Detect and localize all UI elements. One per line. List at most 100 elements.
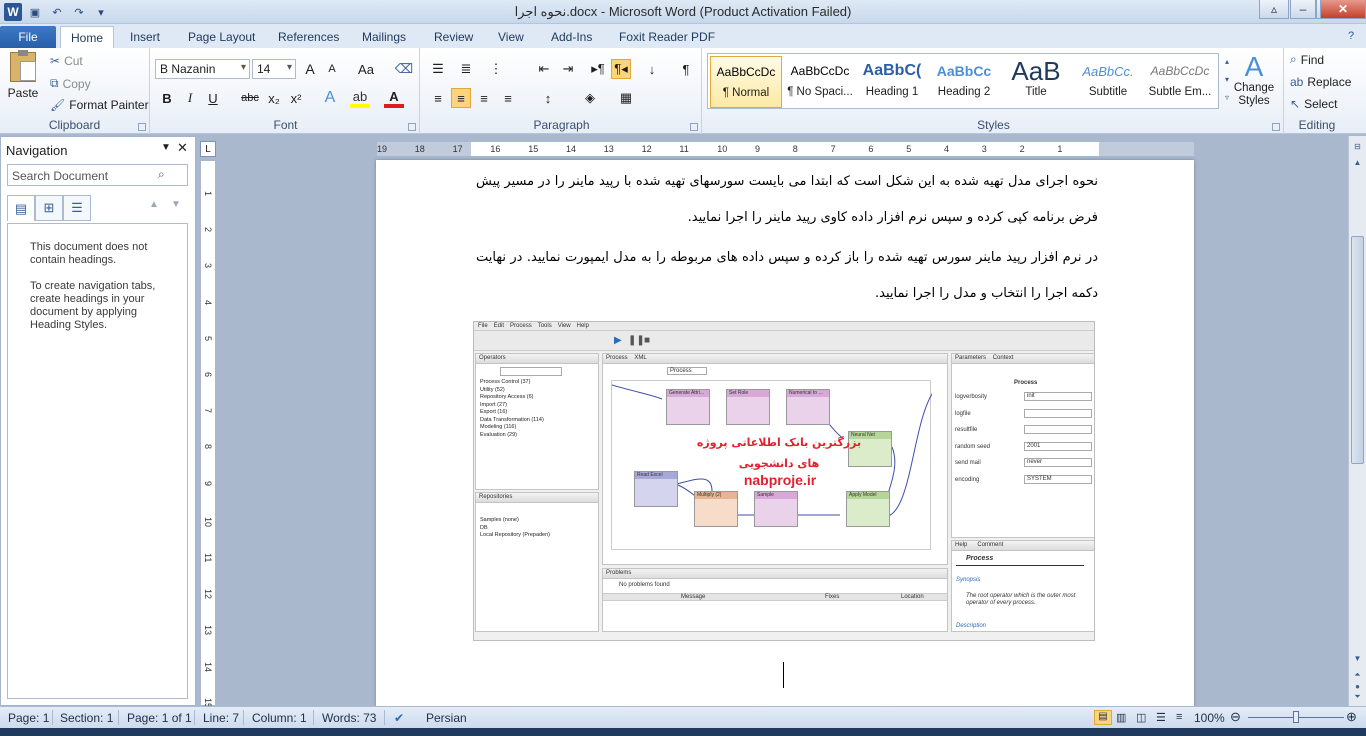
numbering-icon[interactable]: ≣: [456, 59, 476, 79]
subscript-button[interactable]: x₂: [264, 88, 284, 108]
bold-button[interactable]: B: [157, 88, 177, 108]
increase-indent-icon[interactable]: ⇥: [558, 59, 578, 79]
zoom-in-icon[interactable]: ⊕: [1346, 709, 1357, 725]
nav-options-icon[interactable]: ▼: [161, 142, 171, 153]
align-left-icon[interactable]: ≡: [428, 88, 448, 108]
horizontal-ruler[interactable]: 19 18 17 16 15 14 13 12 11 10 9 8 7 6 5 4 3 2 1: [376, 141, 1194, 157]
paragraph-1[interactable]: نحوه اجرای مدل تهیه شده به این شکل است ک…: [476, 164, 1098, 236]
zoom-slider[interactable]: [1248, 711, 1344, 723]
superscript-button[interactable]: x²: [286, 88, 306, 108]
full-screen-reading-icon[interactable]: ▥: [1116, 711, 1126, 724]
font-family-select[interactable]: B Nazanin: [155, 59, 250, 79]
status-column[interactable]: Column: 1: [252, 711, 307, 725]
justify-icon[interactable]: ≡: [498, 88, 518, 108]
status-language[interactable]: Persian: [426, 711, 467, 725]
bullets-icon[interactable]: ☰: [428, 59, 448, 79]
previous-heading-icon[interactable]: ▲: [149, 199, 159, 210]
multilevel-list-icon[interactable]: ⋮: [486, 59, 506, 79]
align-right-icon[interactable]: ≡: [474, 88, 494, 108]
text-effects-icon[interactable]: A: [320, 88, 340, 108]
align-center-icon[interactable]: ≡: [451, 88, 471, 108]
ltr-icon[interactable]: ▸¶: [588, 59, 608, 79]
decrease-indent-icon[interactable]: ⇤: [534, 59, 554, 79]
strikethrough-button[interactable]: abc: [238, 88, 262, 108]
scroll-up-icon[interactable]: ▲: [1351, 158, 1364, 172]
tab-home[interactable]: Home: [60, 26, 115, 48]
replace-button[interactable]: ab Replace: [1290, 75, 1351, 89]
styles-launcher-icon[interactable]: [1272, 123, 1280, 131]
clear-formatting-icon[interactable]: ⌫: [394, 59, 414, 79]
zoom-out-icon[interactable]: ⊖: [1230, 709, 1241, 725]
font-launcher-icon[interactable]: [408, 123, 416, 131]
vertical-ruler[interactable]: 1 2 3 4 5 6 7 8 9 10 11 12 13 14 15: [200, 160, 216, 708]
style-subtle-emphasis[interactable]: AaBbCcDc Subtle Em...: [1144, 56, 1216, 108]
tab-view[interactable]: View: [488, 26, 534, 48]
status-line[interactable]: Line: 7: [203, 711, 239, 725]
style-normal[interactable]: AaBbCcDc ¶ Normal: [710, 56, 782, 108]
find-button[interactable]: ⌕ Find: [1290, 52, 1324, 67]
status-words[interactable]: Words: 73: [322, 711, 376, 725]
tab-mailings[interactable]: Mailings: [352, 26, 416, 48]
font-color-icon[interactable]: A: [384, 88, 404, 108]
tab-page-layout[interactable]: Page Layout: [178, 26, 265, 48]
change-styles-button[interactable]: A Change Styles: [1232, 52, 1276, 108]
font-size-select[interactable]: 14: [252, 59, 296, 79]
zoom-slider-thumb[interactable]: [1293, 711, 1299, 723]
grow-font-button[interactable]: A: [300, 59, 320, 79]
web-layout-icon[interactable]: ◫: [1136, 711, 1146, 724]
tab-selector-icon[interactable]: L: [200, 141, 216, 157]
tab-foxit[interactable]: Foxit Reader PDF: [609, 26, 725, 48]
select-button[interactable]: ↖ Select: [1290, 97, 1337, 111]
nav-results-tab[interactable]: ☰: [63, 195, 91, 221]
nav-pages-tab[interactable]: ⊞: [35, 195, 63, 221]
minimize-button[interactable]: –: [1290, 0, 1316, 19]
proofing-icon[interactable]: ✔: [394, 711, 404, 725]
shrink-font-button[interactable]: A: [322, 59, 342, 79]
style-heading-1[interactable]: AaBbC(Heading 1: [856, 56, 928, 108]
scroll-thumb[interactable]: [1351, 236, 1364, 464]
paragraph-launcher-icon[interactable]: [690, 123, 698, 131]
show-formatting-icon[interactable]: ¶: [676, 59, 696, 79]
italic-button[interactable]: I: [180, 88, 200, 108]
line-spacing-icon[interactable]: ↕: [538, 88, 558, 108]
scroll-split-icon[interactable]: ⊟: [1351, 142, 1364, 156]
style-subtitle[interactable]: AaBbCc. Subtitle: [1072, 56, 1144, 108]
vertical-scrollbar[interactable]: ⊟ ▲ ▼ ⏶ ● ⏷: [1348, 136, 1366, 706]
tab-review[interactable]: Review: [424, 26, 483, 48]
shading-icon[interactable]: ◈: [580, 88, 600, 108]
zoom-level[interactable]: 100%: [1194, 711, 1225, 725]
rtl-icon[interactable]: ¶◂: [611, 59, 631, 79]
tab-references[interactable]: References: [268, 26, 349, 48]
close-button[interactable]: ✕: [1320, 0, 1366, 19]
status-page[interactable]: Page: 1: [8, 711, 49, 725]
style-no-spacing[interactable]: AaBbCcDc ¶ No Spaci...: [784, 56, 856, 108]
help-icon[interactable]: ?: [1348, 30, 1354, 42]
underline-button[interactable]: U: [203, 88, 223, 108]
nav-headings-tab[interactable]: ▤: [7, 195, 35, 221]
tab-add-ins[interactable]: Add-Ins: [541, 26, 602, 48]
outline-icon[interactable]: ☰: [1156, 711, 1166, 724]
draft-icon[interactable]: ≡: [1176, 711, 1182, 723]
sort-icon[interactable]: ↓: [642, 59, 662, 79]
search-icon[interactable]: ⌕: [158, 167, 165, 182]
style-title[interactable]: AaB Title: [1000, 56, 1072, 108]
tab-insert[interactable]: Insert: [120, 26, 170, 48]
paragraph-2[interactable]: در نرم افزار رپید ماینر سورس تهیه شده را…: [476, 240, 1098, 312]
clipboard-launcher-icon[interactable]: [138, 123, 146, 131]
status-page-count[interactable]: Page: 1 of 1: [127, 711, 192, 725]
status-section[interactable]: Section: 1: [60, 711, 113, 725]
format-painter-button[interactable]: 🖌 Format Painter: [50, 98, 149, 112]
borders-icon[interactable]: ▦: [616, 88, 636, 108]
nav-close-icon[interactable]: ✕: [177, 140, 188, 156]
cut-button[interactable]: ✂ Cut: [50, 54, 83, 68]
change-case-button[interactable]: Aa: [352, 59, 380, 79]
next-page-icon[interactable]: ⏷: [1351, 692, 1364, 706]
scroll-down-icon[interactable]: ▼: [1351, 654, 1364, 668]
document-page[interactable]: نحوه اجرای مدل تهیه شده به این شکل است ک…: [376, 160, 1194, 706]
copy-button[interactable]: ⧉ Copy: [50, 76, 91, 91]
paste-button[interactable]: Paste: [6, 50, 40, 100]
help-minimize-ribbon-button[interactable]: ▵: [1259, 0, 1289, 19]
print-layout-icon[interactable]: ▤: [1094, 710, 1112, 725]
tab-file[interactable]: File: [0, 26, 56, 48]
highlight-icon[interactable]: ab: [350, 88, 370, 108]
